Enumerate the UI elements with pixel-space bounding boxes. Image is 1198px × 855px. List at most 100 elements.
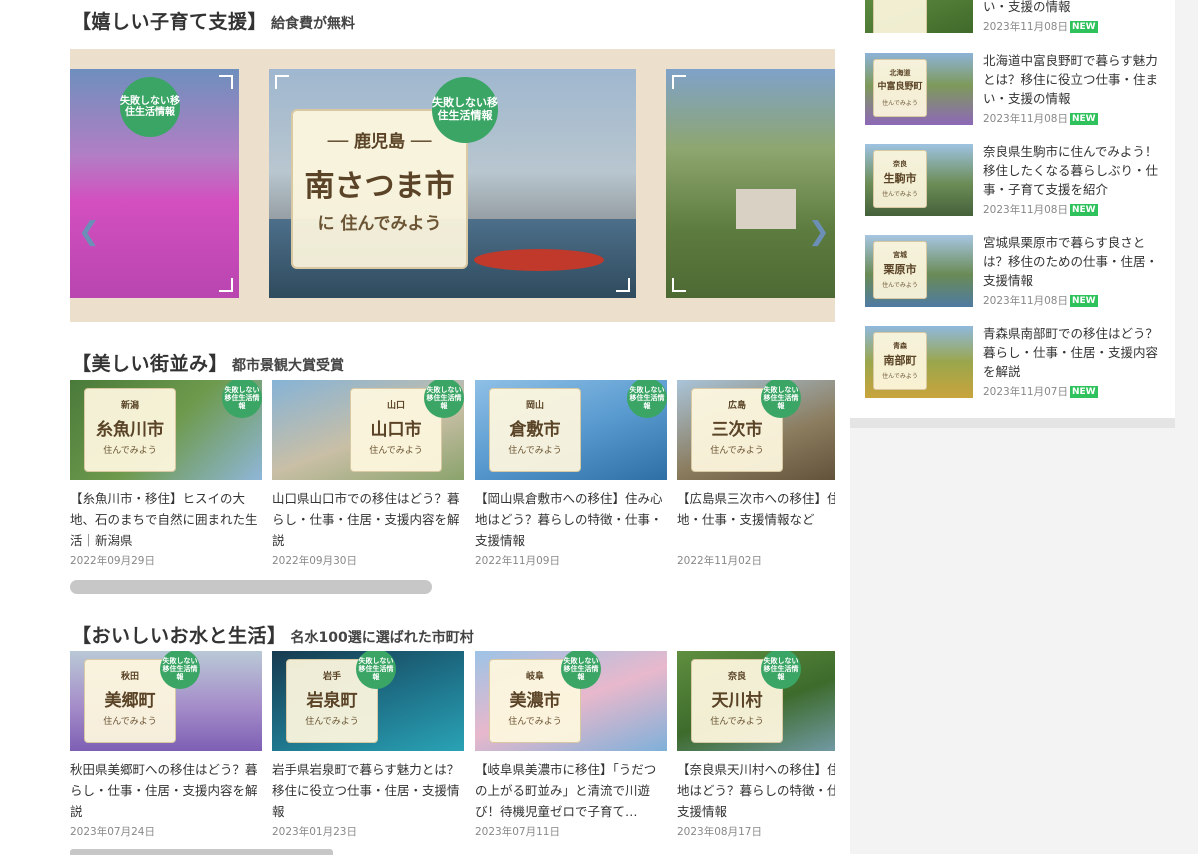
section-title: 【嬉しい子育て支援】 bbox=[72, 11, 268, 33]
thumbnail-title-card: 奈良 生駒市 住んでみよう bbox=[873, 150, 927, 208]
article-thumbnail[interactable]: 新潟 糸魚川市 住んでみよう 失敗しない移住生活情報 bbox=[70, 380, 262, 480]
card-row-machinami[interactable]: 新潟 糸魚川市 住んでみよう 失敗しない移住生活情報 【糸魚川市・移住】ヒスイの… bbox=[0, 380, 835, 580]
badge-relocation-info: 失敗しない移住生活情報 bbox=[761, 380, 801, 418]
thumb-city-name: 山口市 bbox=[370, 420, 422, 440]
new-badge: NEW bbox=[1069, 295, 1098, 307]
carousel-slide-active[interactable]: ── 鹿児島 ── 南さつま市 に 住んでみよう 失敗しない移住生活情報 bbox=[269, 69, 636, 298]
section-subtitle: 給食費が無料 bbox=[271, 16, 356, 32]
article-thumbnail[interactable]: 奈良 天川村 住んでみよう 失敗しない移住生活情報 bbox=[677, 651, 835, 751]
news-item[interactable]: 青森 南部町 住んでみよう 青森県南部町での移住はどう？暮らし・仕事・住居・支援… bbox=[865, 326, 1165, 398]
thumb-city-name: 中富良野町 bbox=[877, 82, 923, 92]
slide-caption: に 住んでみよう bbox=[317, 214, 442, 234]
thumb-caption: 住んでみよう bbox=[882, 100, 918, 107]
news-meta: 2023年11月07日 NEW bbox=[983, 384, 1098, 399]
thumb-caption: 住んでみよう bbox=[710, 446, 764, 456]
section-subtitle: 名水100選に選ばれた市町村 bbox=[290, 630, 474, 646]
section-heading-kosodate: 【嬉しい子育て支援】 給食費が無料 bbox=[72, 7, 355, 34]
carousel-slide[interactable]: 失敗しない移住生活情報 bbox=[70, 69, 239, 298]
thumb-prefecture: 新潟 bbox=[120, 401, 139, 411]
horizontal-scrollbar[interactable] bbox=[70, 849, 333, 855]
news-item[interactable]: 奈良 生駒市 住んでみよう 奈良県生駒市に住んでみよう！移住したくなる暮らしぶり… bbox=[865, 144, 1165, 216]
news-title[interactable]: い・支援の情報 bbox=[983, 0, 1158, 16]
article-thumbnail[interactable]: 岩手 岩泉町 住んでみよう 失敗しない移住生活情報 bbox=[272, 651, 464, 751]
thumbnail-title-card: 宮城 栗原市 住んでみよう bbox=[873, 241, 927, 299]
article-thumbnail[interactable]: 秋田 美郷町 住んでみよう 失敗しない移住生活情報 bbox=[70, 651, 262, 751]
carousel-slide[interactable] bbox=[666, 69, 835, 298]
news-meta: 2023年11月08日 NEW bbox=[983, 293, 1098, 308]
thumb-caption: 住んでみよう bbox=[103, 717, 157, 727]
news-meta: 2023年11月08日 NEW bbox=[983, 111, 1098, 126]
frame-corner bbox=[616, 278, 630, 292]
news-item[interactable]: 北海道 中富良野町 住んでみよう 北海道中富良野町で暮らす魅力とは？移住に役立つ… bbox=[865, 53, 1165, 125]
article-title[interactable]: 【広島県三次市への移住】住み心地・仕事・支援情報など bbox=[677, 488, 835, 530]
thumb-city-name: 三次市 bbox=[711, 420, 763, 440]
news-title[interactable]: 青森県南部町での移住はどう？暮らし・仕事・住居・支援内容を解説 bbox=[983, 324, 1158, 381]
thumb-prefecture: 青森 bbox=[893, 342, 907, 350]
thumbnail-title-card: 新潟 糸魚川市 住んでみよう bbox=[84, 388, 176, 472]
badge-relocation-info: 失敗しない移住生活情報 bbox=[561, 651, 601, 689]
thumbnail-title-card bbox=[873, 0, 927, 33]
thumb-caption: 住んでみよう bbox=[103, 446, 157, 456]
article-thumbnail[interactable]: 岐阜 美濃市 住んでみよう 失敗しない移住生活情報 bbox=[475, 651, 667, 751]
article-title[interactable]: 【岐阜県美濃市に移住】「うだつの上がる町並み」と清流で川遊び！待機児童ゼロで子育… bbox=[475, 759, 667, 822]
news-date: 2023年11月08日 bbox=[983, 113, 1068, 125]
news-title[interactable]: 奈良県生駒市に住んでみよう！移住したくなる暮らしぶり・仕事・子育て支援を紹介 bbox=[983, 142, 1158, 199]
news-meta: 2023年11月08日 NEW bbox=[983, 19, 1098, 34]
thumb-caption: 住んでみよう bbox=[882, 282, 918, 289]
thumb-city-name: 栗原市 bbox=[883, 263, 917, 276]
section-title: 【おいしいお水と生活】 bbox=[72, 625, 287, 647]
badge-relocation-info: 失敗しない移住生活情報 bbox=[761, 651, 801, 689]
new-badge: NEW bbox=[1069, 21, 1098, 33]
thumb-prefecture: 奈良 bbox=[893, 160, 907, 168]
article-title[interactable]: 秋田県美郷町への移住はどう？暮らし・仕事・住居・支援内容を解説 bbox=[70, 759, 262, 822]
article-title[interactable]: 【岡山県倉敷市への移住】住み心地はどう？暮らしの特徴・仕事・支援情報 bbox=[475, 488, 667, 551]
news-date: 2023年11月07日 bbox=[983, 386, 1068, 398]
section-title: 【美しい街並み】 bbox=[72, 353, 229, 375]
news-title[interactable]: 北海道中富良野町で暮らす魅力とは？移住に役立つ仕事・住まい・支援の情報 bbox=[983, 51, 1158, 108]
frame-corner bbox=[672, 278, 686, 292]
article-title[interactable]: 岩手県岩泉町で暮らす魅力とは？移住に役立つ仕事・住居・支援情報 bbox=[272, 759, 464, 822]
thumbnail-title-card: 岡山 倉敷市 住んでみよう bbox=[489, 388, 581, 472]
thumb-caption: 住んでみよう bbox=[508, 717, 562, 727]
badge-relocation-info: 失敗しない移住生活情報 bbox=[120, 77, 180, 137]
carousel[interactable]: 失敗しない移住生活情報 ── 鹿児島 ── 南さつま市 に 住んでみよう 失敗し… bbox=[70, 49, 835, 322]
article-title[interactable]: 【奈良県天川村への移住】住み心地はどう？暮らしの特徴・仕事・支援情報 bbox=[677, 759, 835, 822]
chevron-right-icon[interactable]: ❯ bbox=[808, 217, 830, 247]
chevron-left-icon[interactable]: ❮ bbox=[78, 217, 100, 247]
article-date: 2023年08月17日 bbox=[677, 826, 762, 838]
thumb-city-name: 倉敷市 bbox=[509, 420, 561, 440]
badge-relocation-info: 失敗しない移住生活情報 bbox=[356, 651, 396, 689]
article-title[interactable]: 山口県山口市での移住はどう？暮らし・仕事・住居・支援内容を解説 bbox=[272, 488, 464, 551]
badge-relocation-info: 失敗しない移住生活情報 bbox=[432, 77, 498, 143]
thumb-city-name: 岩泉町 bbox=[306, 691, 358, 711]
news-thumbnail[interactable] bbox=[865, 0, 973, 33]
news-item[interactable]: い・支援の情報 2023年11月08日 NEW bbox=[865, 0, 1165, 33]
badge-relocation-info: 失敗しない移住生活情報 bbox=[160, 651, 200, 689]
thumb-caption: 住んでみよう bbox=[369, 446, 423, 456]
news-title[interactable]: 宮城県栗原市で暮らす良さとは？移住のための仕事・住居・支援情報 bbox=[983, 233, 1158, 290]
news-thumbnail[interactable]: 宮城 栗原市 住んでみよう bbox=[865, 235, 973, 307]
article-title[interactable]: 【糸魚川市・移住】ヒスイの大地、石のまちで自然に囲まれた生活｜新潟県 bbox=[70, 488, 262, 551]
main-content: 【嬉しい子育て支援】 給食費が無料 失敗しない移住生活情報 ── 鹿児島 ── 南… bbox=[0, 0, 850, 855]
kayak-shape bbox=[474, 249, 604, 271]
news-thumbnail[interactable]: 北海道 中富良野町 住んでみよう bbox=[865, 53, 973, 125]
news-item[interactable]: 宮城 栗原市 住んでみよう 宮城県栗原市で暮らす良さとは？移住のための仕事・住居… bbox=[865, 235, 1165, 307]
thumb-prefecture: 北海道 bbox=[889, 69, 911, 77]
panel-divider bbox=[850, 418, 1175, 428]
news-date: 2023年11月08日 bbox=[983, 21, 1068, 33]
thumb-city-name: 美郷町 bbox=[104, 691, 156, 711]
article-thumbnail[interactable]: 岡山 倉敷市 住んでみよう 失敗しない移住生活情報 bbox=[475, 380, 667, 480]
news-thumbnail[interactable]: 青森 南部町 住んでみよう bbox=[865, 326, 973, 398]
card-row-omizu[interactable]: 秋田 美郷町 住んでみよう 失敗しない移住生活情報 秋田県美郷町への移住はどう？… bbox=[0, 651, 835, 846]
thumb-city-name: 南部町 bbox=[883, 354, 917, 367]
new-badge: NEW bbox=[1069, 204, 1098, 216]
horizontal-scrollbar[interactable] bbox=[70, 580, 432, 594]
article-date: 2023年01月23日 bbox=[272, 826, 357, 838]
article-thumbnail[interactable]: 山口 山口市 住んでみよう 失敗しない移住生活情報 bbox=[272, 380, 464, 480]
news-thumbnail[interactable]: 奈良 生駒市 住んでみよう bbox=[865, 144, 973, 216]
badge-relocation-info: 失敗しない移住生活情報 bbox=[424, 380, 464, 418]
article-thumbnail[interactable]: 広島 三次市 住んでみよう 失敗しない移住生活情報 bbox=[677, 380, 835, 480]
news-date: 2023年11月08日 bbox=[983, 295, 1068, 307]
thumb-prefecture: 宮城 bbox=[893, 251, 907, 259]
article-date: 2023年07月11日 bbox=[475, 826, 560, 838]
